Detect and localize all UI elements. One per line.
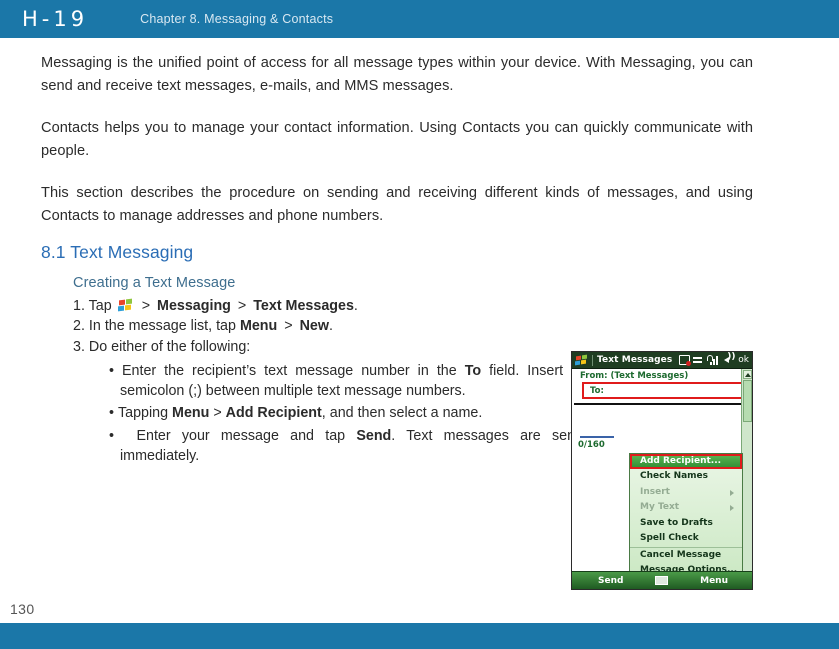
soft-keyboard-icon[interactable]: [655, 576, 669, 585]
compose-area: From: (Text Messages) To: 0/160 Add Reci…: [572, 369, 752, 580]
intro-paragraph-1: Messaging is the unified point of access…: [41, 55, 753, 94]
step-2-prefix: In the message list, tap: [88, 318, 236, 335]
start-flag-icon[interactable]: [575, 354, 588, 366]
scroll-up-arrow-icon[interactable]: [743, 370, 752, 379]
signal-strength-icon[interactable]: [707, 355, 719, 365]
device-title-bar: Text Messages ok: [572, 352, 752, 369]
manual-page: H-19 Chapter 8. Messaging & Contacts Mes…: [0, 0, 839, 649]
menu-item-my-text: My Text: [630, 500, 742, 515]
step-1-period: .: [353, 297, 358, 314]
to-field-wrapper: To:: [582, 382, 746, 399]
char-count: 0/160: [578, 440, 605, 450]
bullet-3-pre: Enter your message and tap: [125, 427, 357, 444]
to-label: To:: [590, 385, 604, 396]
send-softkey[interactable]: Send: [598, 576, 623, 586]
step-2-number: 2.: [73, 318, 85, 335]
menu-item-save-to-drafts[interactable]: Save to Drafts: [630, 516, 742, 531]
ok-button[interactable]: ok: [738, 355, 749, 365]
step-1-verb: Tap: [88, 297, 112, 314]
sub-heading: Creating a Text Message: [73, 274, 236, 291]
page-number: 130: [10, 601, 35, 617]
bullet-1-pre: Enter the recipient’s text message numbe…: [122, 362, 465, 379]
bullet-2-post: , and then select a name.: [321, 405, 483, 422]
menu-item-spell-check[interactable]: Spell Check: [630, 531, 742, 546]
section-heading: 8.1 Text Messaging: [41, 241, 194, 262]
char-count-rule: [580, 436, 614, 438]
connectivity-icon[interactable]: [693, 355, 704, 365]
bullet-marker-1: •: [109, 362, 123, 379]
page-footer: [0, 623, 839, 649]
context-menu: Add Recipient... Check Names Insert My T…: [629, 453, 743, 580]
page-header: H-19 Chapter 8. Messaging & Contacts: [0, 0, 839, 38]
intro-paragraph-3: This section describes the procedure on …: [41, 185, 753, 225]
title-separator: [592, 354, 593, 366]
chapter-title: Chapter 8. Messaging & Contacts: [140, 12, 334, 26]
bullet-marker-2: •: [109, 405, 118, 422]
status-icons: ok: [679, 352, 752, 366]
steps-list: 1. Tap > Messaging > Text Messages. 2. I…: [73, 297, 603, 467]
device-screenshot: Text Messages ok From: (Text Messages) T…: [571, 351, 753, 590]
menu-item-add-recipient[interactable]: Add Recipient...: [630, 454, 742, 470]
device-title: Text Messages: [597, 355, 673, 365]
menu-item-check-names[interactable]: Check Names: [630, 469, 742, 484]
menu-item-insert-label: Insert: [640, 486, 670, 497]
compose-divider: [574, 403, 750, 405]
bullet-2-bold-menu: Menu: [172, 405, 210, 422]
product-logo: H-19: [22, 7, 89, 31]
bullet-1-bold-to: To: [464, 362, 482, 379]
from-label: From: (Text Messages): [580, 371, 689, 381]
menu-item-insert: Insert: [630, 485, 742, 500]
bullet-2-bold-add-recipient: Add Recipient: [225, 405, 322, 422]
step-2-sep: >: [284, 318, 293, 335]
bullet-list: • Enter the recipient’s text message num…: [109, 361, 579, 466]
bullet-3-bold-send: Send: [356, 427, 392, 444]
step-1: 1. Tap > Messaging > Text Messages.: [73, 297, 603, 317]
submenu-arrow-icon: [730, 489, 737, 496]
windows-start-flag-icon: [117, 298, 133, 312]
step-2-target-new: New: [299, 318, 329, 335]
bullet-2-pre: Tapping: [117, 405, 173, 422]
step-1-target-text-messages: Text Messages: [253, 297, 354, 314]
step-2-period: .: [329, 318, 333, 335]
step-2-target-menu: Menu: [239, 318, 278, 335]
step-3: 3. Do either of the following:: [73, 338, 603, 358]
bullet-item-3: • Enter your message and tap Send. Text …: [109, 426, 579, 467]
bullet-marker-3: •: [109, 427, 126, 444]
bullet-2-mid: >: [209, 405, 226, 422]
step-3-text: Do either of the following:: [88, 339, 251, 356]
to-field[interactable]: To:: [582, 382, 746, 399]
scrollbar-thumb[interactable]: [743, 380, 752, 422]
menu-item-cancel-message[interactable]: Cancel Message: [630, 546, 742, 563]
step-2: 2. In the message list, tap Menu > New.: [73, 317, 603, 337]
submenu-arrow-icon: [730, 505, 737, 512]
step-1-sep-2: >: [237, 297, 247, 314]
device-soft-key-bar: Send Menu: [572, 571, 752, 589]
menu-item-my-text-label: My Text: [640, 502, 680, 513]
step-1-sep-1: >: [141, 297, 151, 314]
bullet-item-2: • Tapping Menu > Add Recipient, and then…: [109, 403, 579, 423]
menu-softkey[interactable]: Menu: [700, 576, 728, 586]
step-1-target-messaging: Messaging: [157, 297, 231, 314]
step-1-number: 1.: [73, 297, 85, 314]
volume-icon[interactable]: [721, 352, 736, 365]
intro-paragraph-2: Contacts helps you to manage your contac…: [41, 120, 753, 159]
bullet-item-1: • Enter the recipient’s text message num…: [109, 361, 579, 402]
input-panel-icon[interactable]: [679, 355, 692, 366]
step-3-number: 3.: [73, 339, 85, 356]
